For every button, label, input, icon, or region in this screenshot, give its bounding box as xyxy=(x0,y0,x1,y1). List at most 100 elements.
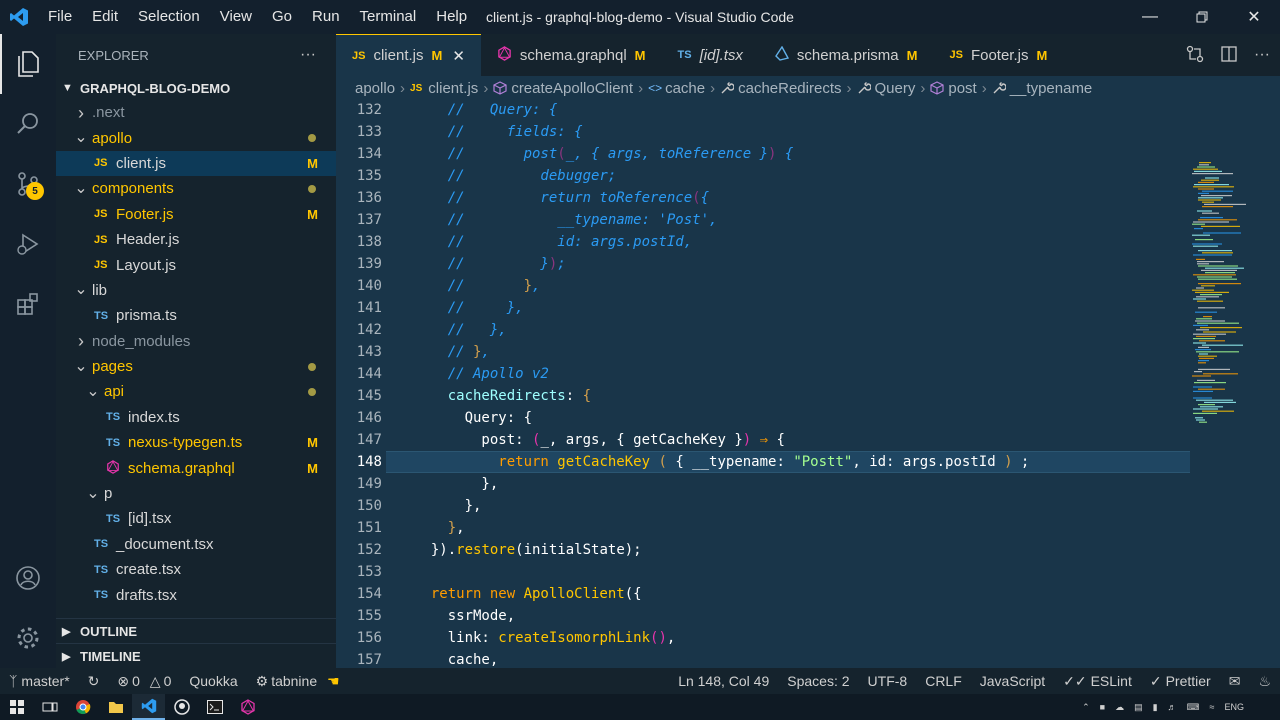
line-number: 145 xyxy=(356,388,382,404)
windows-start-icon[interactable] xyxy=(0,694,33,720)
outline-section-header[interactable]: ▶ OUTLINE xyxy=(56,618,336,643)
vscode-taskbar-icon[interactable] xyxy=(132,694,165,720)
network-icon[interactable]: ▤ xyxy=(1134,702,1143,713)
tree-item[interactable]: ⌄ apollo xyxy=(56,125,336,150)
explorer-title: EXPLORER xyxy=(78,47,149,63)
tabnine-label: tabnine xyxy=(271,672,318,689)
close-window-icon[interactable]: ✕ xyxy=(1228,0,1280,34)
tree-item[interactable]: › .next xyxy=(56,100,336,125)
more-actions-icon[interactable]: ··· xyxy=(300,46,316,64)
compare-changes-icon[interactable] xyxy=(1186,45,1204,66)
minimap-line xyxy=(1201,269,1237,271)
breadcrumb-item[interactable]: client.js xyxy=(428,80,478,97)
language-mode[interactable]: JavaScript xyxy=(971,673,1054,689)
github-icon[interactable] xyxy=(165,694,198,720)
menu-edit[interactable]: Edit xyxy=(82,0,128,34)
source-control-icon[interactable]: 5 xyxy=(0,154,56,214)
battery-icon[interactable]: ▮ xyxy=(1153,702,1158,713)
explorer-icon[interactable] xyxy=(0,34,56,94)
breadcrumb-item[interactable]: __typename xyxy=(1010,80,1093,97)
tree-item[interactable]: JS Footer.js M xyxy=(56,202,336,227)
encoding[interactable]: UTF-8 xyxy=(859,673,917,689)
cloud-icon[interactable]: ☁ xyxy=(1115,702,1124,713)
tree-item[interactable]: ⌄ p xyxy=(56,481,336,506)
split-editor-icon[interactable] xyxy=(1220,45,1238,66)
terminal-icon[interactable] xyxy=(198,694,231,720)
eslint-indicator[interactable]: ✓✓ ESLint xyxy=(1054,673,1141,690)
more-editor-actions-icon[interactable]: ··· xyxy=(1254,46,1270,64)
tree-item[interactable]: TS _document.tsx xyxy=(56,532,336,557)
branch-indicator[interactable]: ᛉ master* xyxy=(0,673,79,689)
tree-item[interactable]: JS Header.js xyxy=(56,227,336,252)
tab--id-tsx[interactable]: TS [id].tsx xyxy=(662,34,759,76)
menu-help[interactable]: Help xyxy=(426,0,477,34)
wifi-icon[interactable]: ≈ xyxy=(1210,702,1215,712)
tree-item[interactable]: TS [id].tsx xyxy=(56,506,336,531)
tab-schema-prisma[interactable]: schema.prisma M xyxy=(759,34,934,76)
problems-indicator[interactable]: ⊗ 0 △ 0 xyxy=(108,673,180,690)
graphql-playground-icon[interactable] xyxy=(231,694,264,720)
chevron-right-icon: ▶ xyxy=(62,625,71,638)
menu-view[interactable]: View xyxy=(210,0,262,34)
menu-terminal[interactable]: Terminal xyxy=(350,0,427,34)
minimize-icon[interactable]: — xyxy=(1124,0,1176,34)
run-debug-icon[interactable] xyxy=(0,214,56,274)
task-view-icon[interactable] xyxy=(33,694,66,720)
breadcrumb-item[interactable]: cacheRedirects xyxy=(738,80,841,97)
feedback-icon[interactable]: ✉ xyxy=(1220,673,1250,690)
accounts-icon[interactable] xyxy=(0,548,56,608)
tree-item-label: schema.graphql xyxy=(128,459,235,477)
project-section-header[interactable]: ▼ GRAPHQL-BLOG-DEMO xyxy=(56,76,336,100)
close-tab-icon[interactable]: ✕ xyxy=(452,47,465,65)
tabnine-indicator[interactable]: ⚙ tabnine ☚ xyxy=(247,673,349,690)
tree-item[interactable]: › node_modules xyxy=(56,329,336,354)
code-editor[interactable]: 132 // Query: {133 // fields: {134 // po… xyxy=(336,100,1280,668)
tree-item[interactable]: ⌄ api xyxy=(56,379,336,404)
tab-footer-js[interactable]: JS Footer.js M xyxy=(933,34,1063,76)
menu-selection[interactable]: Selection xyxy=(128,0,210,34)
breadcrumb-item[interactable]: apollo xyxy=(355,80,395,97)
check-icon: ✓ xyxy=(1149,672,1162,689)
menu-go[interactable]: Go xyxy=(262,0,302,34)
tree-item[interactable]: ⌄ pages xyxy=(56,354,336,379)
extensions-icon[interactable] xyxy=(0,274,56,334)
breadcrumb-item[interactable]: Query xyxy=(875,80,916,97)
tray-app-icon[interactable]: ■ xyxy=(1100,702,1105,712)
input-language[interactable]: ENG xyxy=(1224,702,1244,712)
tab-client-js[interactable]: JS client.js M ✕ xyxy=(336,34,481,76)
menu-file[interactable]: File xyxy=(38,0,82,34)
breadcrumb-item[interactable]: createApolloClient xyxy=(511,80,633,97)
search-icon[interactable] xyxy=(0,94,56,154)
tree-item[interactable]: JS client.js M xyxy=(56,150,336,177)
quokka-indicator[interactable]: Quokka xyxy=(180,673,246,689)
tree-item[interactable]: TS drafts.tsx xyxy=(56,582,336,607)
tree-item[interactable]: JS Layout.js xyxy=(56,252,336,277)
prettier-indicator[interactable]: ✓ Prettier xyxy=(1141,673,1220,690)
cursor-position[interactable]: Ln 148, Col 49 xyxy=(669,673,778,689)
tree-item[interactable]: TS nexus-typegen.ts M xyxy=(56,430,336,455)
restore-icon[interactable] xyxy=(1176,0,1228,34)
tree-item[interactable]: TS create.tsx xyxy=(56,557,336,582)
volume-icon[interactable]: ♬ xyxy=(1168,702,1177,712)
breadcrumb-item[interactable]: cache xyxy=(665,80,705,97)
line-ending[interactable]: CRLF xyxy=(916,673,971,689)
tray-chevron-icon[interactable]: ⌃ xyxy=(1082,702,1090,713)
tree-item[interactable]: ⌄ lib xyxy=(56,278,336,303)
tree-item[interactable]: TS index.ts xyxy=(56,405,336,430)
settings-gear-icon[interactable] xyxy=(0,608,56,668)
minimap[interactable] xyxy=(1190,100,1270,668)
tab-schema-graphql[interactable]: schema.graphql M xyxy=(481,34,662,76)
menu-run[interactable]: Run xyxy=(302,0,350,34)
sync-icon[interactable]: ↻ xyxy=(79,673,109,690)
timeline-section-header[interactable]: ▶ TIMELINE xyxy=(56,643,336,668)
vertical-scrollbar[interactable] xyxy=(1270,100,1280,668)
notifications-bell-icon[interactable]: ♨ xyxy=(1249,673,1280,690)
tree-item[interactable]: TS prisma.ts xyxy=(56,303,336,328)
chrome-icon[interactable] xyxy=(66,694,99,720)
tree-item[interactable]: ⌄ components xyxy=(56,176,336,201)
file-explorer-icon[interactable] xyxy=(99,694,132,720)
indentation[interactable]: Spaces: 2 xyxy=(778,673,858,689)
keyboard-icon[interactable]: ⌨ xyxy=(1187,702,1200,713)
breadcrumb-item[interactable]: post xyxy=(948,80,976,97)
tree-item[interactable]: schema.graphql M xyxy=(56,455,336,480)
